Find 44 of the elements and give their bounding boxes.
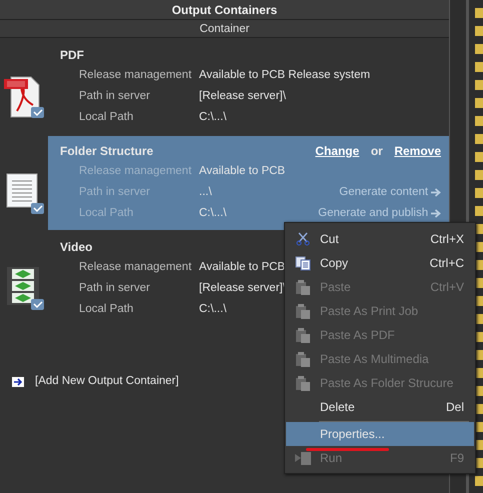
text-link[interactable]: Change: [315, 142, 360, 160]
add-container-link[interactable]: [Add New Output Container]: [35, 373, 179, 391]
property-label: Path in server: [78, 88, 151, 104]
menu-item[interactable]: Cut Ctrl+X: [286, 227, 474, 251]
clipboard-icon: [295, 352, 311, 366]
action-link[interactable]: Generate content: [339, 184, 428, 202]
property-value: Available to PCB: [199, 260, 286, 275]
property-label: Path in server: [78, 280, 151, 296]
arrow-right-icon[interactable]: [431, 209, 441, 218]
property-label: Path in server: [78, 184, 151, 200]
property-value: C:\...\: [199, 302, 226, 317]
property-label: Local Path: [78, 110, 134, 125]
clipboard-icon: [295, 280, 311, 294]
text-link[interactable]: Remove: [394, 142, 441, 160]
clipboard-icon: [295, 376, 311, 390]
property-label: Release management: [78, 260, 193, 275]
clipboard-icon: [295, 304, 311, 318]
menu-item[interactable]: Delete Del: [286, 395, 474, 419]
property-label: Local Path: [78, 206, 134, 221]
property-label: Release management: [78, 164, 193, 179]
panel-title: Output Containers: [0, 0, 449, 20]
container-title: Folder Structure: [60, 143, 154, 160]
scissors-icon: [296, 232, 310, 246]
container-title: PDF: [60, 47, 84, 64]
separator-text: or: [370, 143, 383, 160]
menu-item[interactable]: Copy Ctrl+C: [286, 251, 474, 275]
property-value: Available to PCB: [199, 164, 286, 179]
run-icon: [294, 450, 312, 466]
container-item[interactable]: Folder Structure Change or Remove Release management Available to PCB Path in server ...\ Generate content Local Path C:\...\ Generate and publish: [48, 136, 449, 230]
add-arrow-icon[interactable]: [12, 377, 24, 387]
column-header: Container: [0, 20, 449, 38]
arrow-right-icon[interactable]: [431, 188, 441, 197]
action-link[interactable]: Generate and publish: [318, 204, 428, 222]
property-value: Available to PCB Release system: [199, 68, 370, 83]
property-value: C:\...\: [199, 206, 226, 221]
copy-icon: [295, 256, 311, 270]
property-label: Release management: [78, 68, 193, 83]
property-label: Local Path: [78, 302, 134, 317]
container-item[interactable]: PDF Release management Available to PCB Release system Path in server [Release server]\ Local Path C:\...\: [48, 40, 449, 134]
container-title: Video: [60, 239, 92, 256]
property-value: [Release server]\: [199, 88, 286, 104]
property-value: ...\: [199, 184, 212, 200]
property-value: C:\...\: [199, 110, 226, 125]
clipboard-icon: [295, 328, 311, 342]
